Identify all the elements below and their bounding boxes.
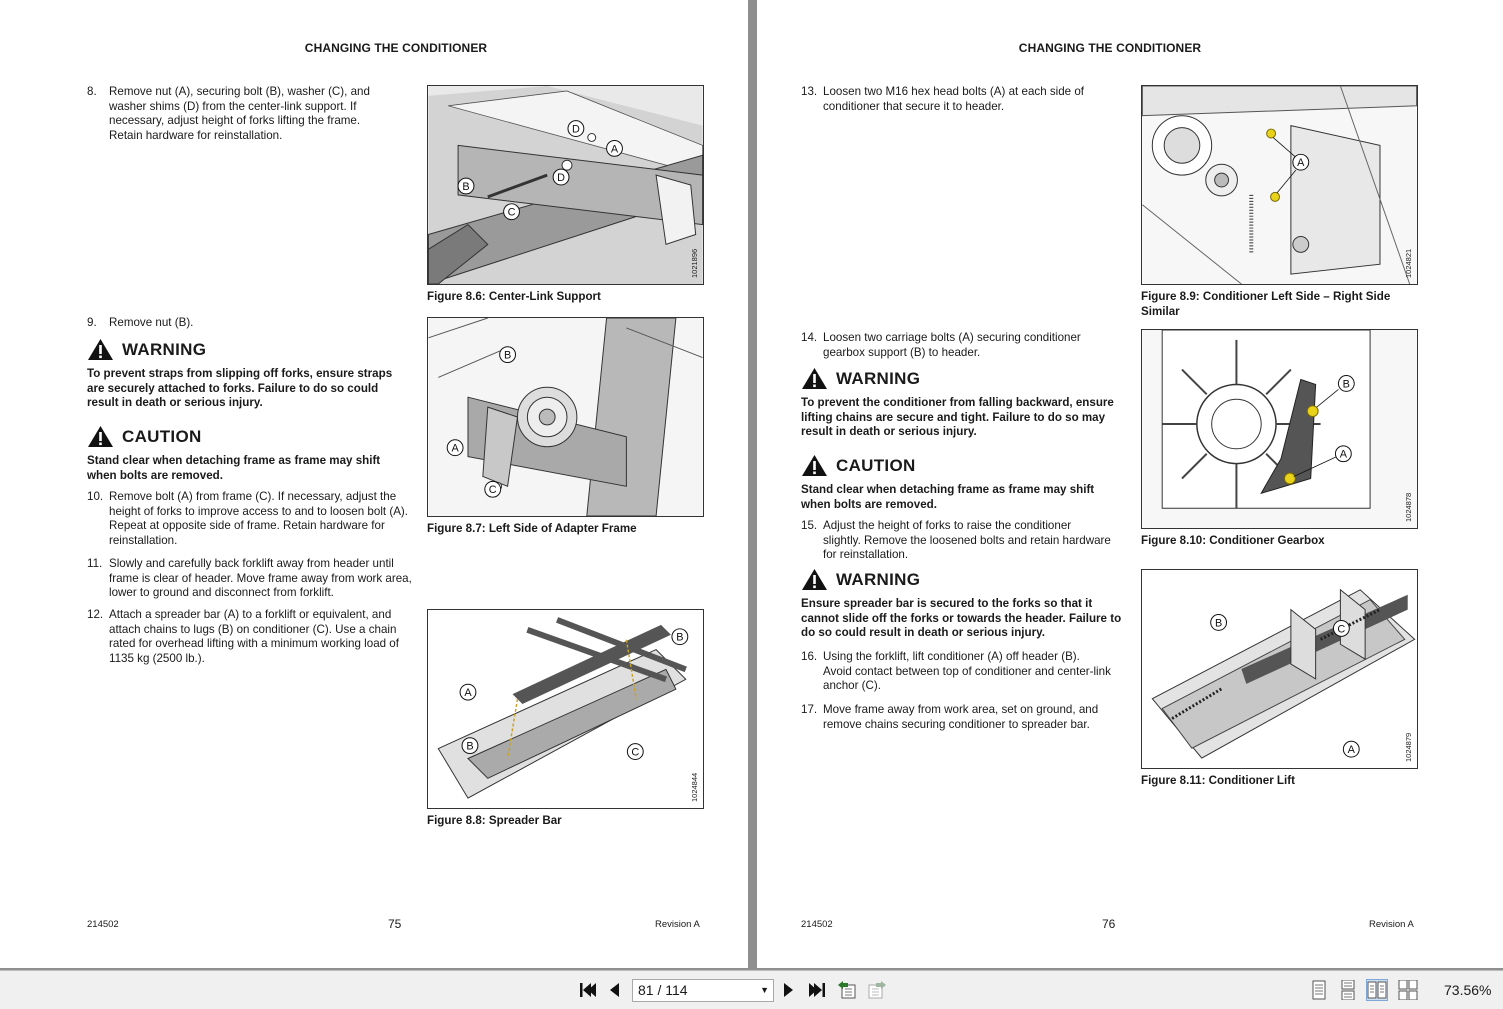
callout-a: A — [1297, 157, 1305, 169]
go-forward-view-button[interactable] — [866, 979, 888, 1001]
callout-a: A — [1348, 744, 1356, 756]
callout-b: B — [504, 350, 511, 362]
callout-b: B — [676, 632, 683, 644]
caution-triangle-icon — [802, 455, 827, 476]
go-back-view-icon — [838, 981, 856, 999]
page-number: 76 — [1102, 917, 1116, 931]
figure-8-10-image: B A — [1141, 329, 1418, 529]
continuous-view-button[interactable] — [1337, 979, 1359, 1001]
warning-title: WARNING — [801, 568, 920, 591]
step-11: 11. Slowly and carefully back forklift a… — [87, 557, 412, 600]
step-9: 9. Remove nut (B). — [87, 316, 194, 329]
callout-a: A — [464, 687, 472, 699]
step-14: 14. Loosen two carriage bolts (A) securi… — [801, 331, 1081, 359]
continuous-page-icon — [1341, 980, 1355, 1000]
single-page-view-button[interactable] — [1308, 979, 1330, 1001]
facing-pages-icon — [1367, 981, 1387, 999]
last-page-button[interactable] — [806, 979, 828, 1001]
warning-title: WARNING — [801, 367, 920, 390]
callout-c: C — [489, 484, 497, 496]
first-page-icon — [580, 983, 596, 997]
chevron-down-icon[interactable]: ▼ — [760, 980, 769, 1001]
callout-b: B — [462, 181, 469, 193]
step-17: 17. Move frame away from work area, set … — [801, 703, 1099, 731]
zoom-level[interactable]: 73.56% — [1444, 982, 1491, 998]
page-header: CHANGING THE CONDITIONER — [304, 41, 488, 55]
figure-8-7-image: B A C — [427, 317, 704, 517]
callout-c: C — [631, 747, 639, 759]
caution-triangle-icon — [88, 426, 113, 447]
next-page-button[interactable] — [778, 979, 800, 1001]
step-8: 8. Remove nut (A), securing bolt (B), wa… — [87, 85, 370, 142]
continuous-facing-view-button[interactable] — [1397, 979, 1419, 1001]
go-forward-view-icon — [868, 981, 886, 999]
callout-d: D — [572, 124, 580, 136]
document-viewer[interactable]: CHANGING THE CONDITIONER 8. Remove nut (… — [0, 0, 1503, 970]
figure-8-6-image: D A D B C — [427, 85, 704, 285]
callout-b: B — [1215, 617, 1222, 629]
warning-triangle-icon — [802, 368, 827, 389]
step-16: 16. Using the forklift, lift conditioner… — [801, 650, 1111, 693]
warning-triangle-icon — [88, 339, 113, 360]
caution-title: CAUTION — [87, 425, 202, 448]
figure-8-9-image: A — [1141, 85, 1418, 285]
next-page-icon — [784, 983, 793, 997]
warning-text: To prevent straps from slipping off fork… — [87, 367, 393, 410]
revision: Revision A — [1369, 919, 1414, 930]
callout-b: B — [1343, 378, 1350, 390]
doc-number: 214502 — [801, 919, 833, 930]
page-75: CHANGING THE CONDITIONER 8. Remove nut (… — [0, 0, 748, 968]
page-number: 75 — [388, 917, 402, 931]
last-page-icon — [809, 983, 825, 997]
step-15: 15. Adjust the height of forks to raise … — [801, 519, 1111, 562]
figure-code: 1024821 — [1404, 248, 1413, 278]
caution-text: Stand clear when detaching frame as fram… — [801, 483, 1095, 511]
figure-code: 1024879 — [1404, 732, 1413, 762]
figure-8-11-caption: Figure 8.11: Conditioner Lift — [1141, 774, 1295, 787]
step-12: 12. Attach a spreader bar (A) to a forkl… — [87, 608, 399, 665]
figure-8-6-caption: Figure 8.6: Center-Link Support — [427, 290, 601, 303]
page-header: CHANGING THE CONDITIONER — [1018, 41, 1202, 55]
warning-title: WARNING — [87, 338, 206, 361]
first-page-button[interactable] — [577, 979, 599, 1001]
previous-page-icon — [610, 983, 619, 997]
callout-c: C — [508, 207, 516, 219]
single-page-icon — [1312, 980, 1326, 1000]
go-back-view-button[interactable] — [836, 979, 858, 1001]
previous-page-button[interactable] — [603, 979, 625, 1001]
figure-8-11-image: B C A — [1141, 569, 1418, 769]
warning-triangle-icon — [802, 569, 827, 590]
callout-a: A — [1340, 449, 1348, 461]
step-10: 10. Remove bolt (A) from frame (C). If n… — [87, 490, 409, 547]
caution-title: CAUTION — [801, 454, 916, 477]
caution-text: Stand clear when detaching frame as fram… — [87, 454, 381, 482]
warning-text: To prevent the conditioner from falling … — [801, 396, 1114, 439]
page-number-input[interactable]: 81 / 114 ▼ — [632, 979, 774, 1002]
viewer-toolbar: 81 / 114 ▼ 73.56% — [0, 970, 1503, 1009]
figure-8-10-caption: Figure 8.10: Conditioner Gearbox — [1141, 534, 1325, 547]
figure-code: 1024878 — [1404, 492, 1413, 522]
step-13: 13. Loosen two M16 hex head bolts (A) at… — [801, 85, 1085, 113]
figure-code: 1024844 — [690, 772, 699, 802]
revision: Revision A — [655, 919, 700, 930]
callout-c: C — [1337, 623, 1345, 635]
doc-number: 214502 — [87, 919, 119, 930]
callout-b: B — [466, 741, 473, 753]
figure-8-9-caption: Figure 8.9: Conditioner Left Side – Righ… — [1141, 290, 1391, 318]
facing-pages-view-button[interactable] — [1366, 979, 1388, 1001]
figure-8-8-caption: Figure 8.8: Spreader Bar — [427, 814, 562, 827]
figure-code: 1021896 — [690, 248, 699, 278]
callout-a: A — [451, 443, 459, 455]
callout-a: A — [611, 143, 619, 155]
figure-8-7-caption: Figure 8.7: Left Side of Adapter Frame — [427, 522, 637, 535]
warning-text: Ensure spreader bar is secured to the fo… — [801, 597, 1122, 640]
figure-8-8-image: B A B C — [427, 609, 704, 809]
continuous-facing-icon — [1398, 980, 1418, 1000]
page-76: CHANGING THE CONDITIONER 13. Loosen two … — [757, 0, 1503, 968]
callout-d: D — [557, 172, 565, 184]
